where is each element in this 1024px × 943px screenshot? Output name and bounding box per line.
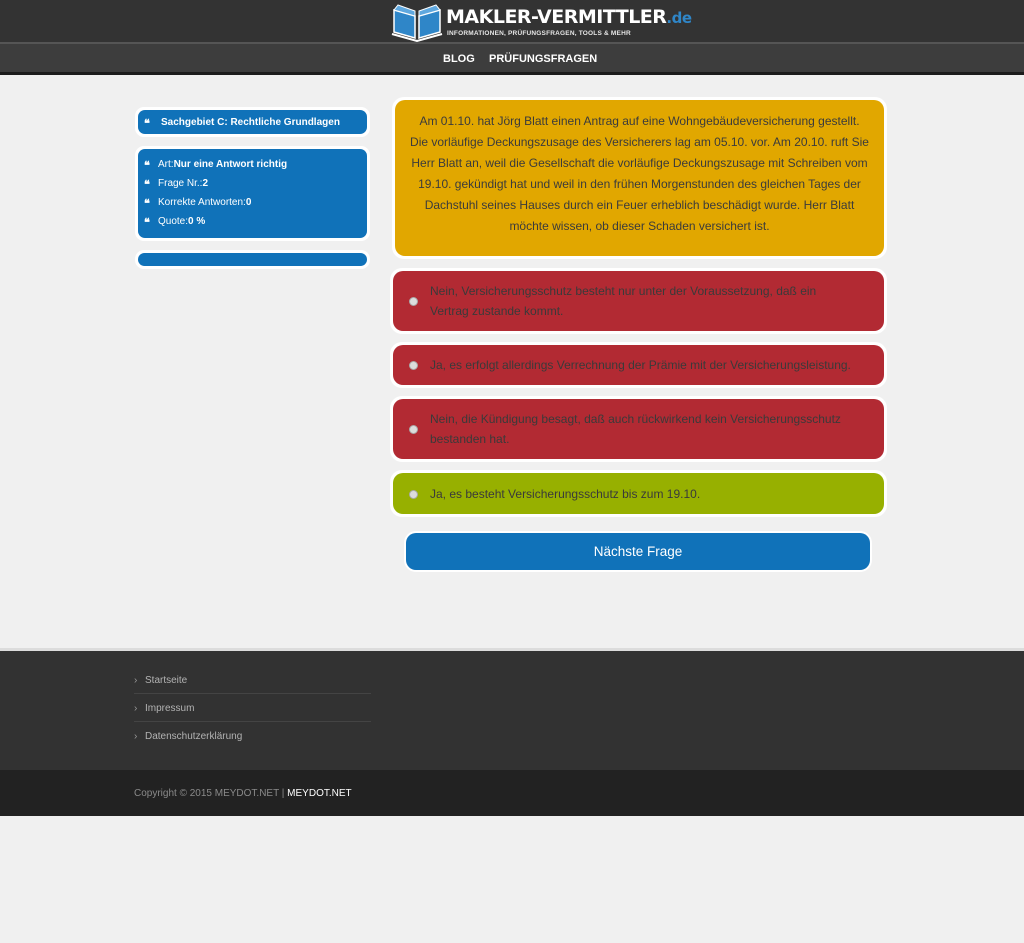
answer-option-2[interactable]: Ja, es erfolgt allerdings Verrechnung de… — [390, 342, 887, 388]
logo-wordmark: MAKLER-VERMITTLER.de — [446, 6, 692, 28]
answer-text: Ja, es erfolgt allerdings Verrechnung de… — [430, 358, 851, 372]
stat-correct-answers: ❝ Korrekte Antworten: 0 — [138, 193, 367, 212]
nav-item-blog[interactable]: BLOG — [443, 53, 475, 65]
stat-value: 0 % — [188, 216, 206, 227]
footer-link-label: Impressum — [145, 702, 195, 714]
question-text: Am 01.10. hat Jörg Blatt einen Antrag au… — [395, 100, 884, 256]
radio-button[interactable] — [409, 425, 418, 434]
stat-value: 2 — [202, 178, 209, 189]
answer-text: Ja, es besteht Versicherungsschutz bis z… — [430, 486, 701, 501]
question-card: Am 01.10. hat Jörg Blatt einen Antrag au… — [392, 97, 887, 259]
category-label: Sachgebiet C: Rechtliche Grundlagen — [161, 116, 340, 128]
copyright-brand-link[interactable]: MEYDOT.NET — [287, 788, 351, 799]
chevron-right-icon: › — [134, 730, 138, 742]
answer-option-1[interactable]: Nein, Versicherungsschutz besteht nur un… — [390, 268, 887, 334]
answer-option-3[interactable]: Nein, die Kündigung besagt, daß auch rüc… — [390, 396, 887, 462]
category-panel: ❝ Sachgebiet C: Rechtliche Grundlagen — [135, 107, 370, 137]
radio-button[interactable] — [409, 297, 418, 306]
stat-label: Frage Nr.: — [158, 178, 203, 189]
footer-link-startseite[interactable]: › Startseite — [134, 666, 371, 694]
next-question-label: Nächste Frage — [406, 533, 870, 570]
empty-panel — [135, 250, 370, 269]
chevron-right-icon: › — [134, 674, 138, 686]
quote-icon: ❝ — [144, 216, 150, 229]
quote-icon: ❝ — [144, 197, 150, 210]
answer-option-4[interactable]: Ja, es besteht Versicherungsschutz bis z… — [390, 470, 887, 517]
stat-label: Art: — [158, 159, 174, 170]
stat-question-number: ❝ Frage Nr.: 2 — [138, 174, 367, 193]
copyright-bar: Copyright © 2015 MEYDOT.NET | MEYDOT.NET — [0, 770, 1024, 816]
stat-label: Quote: — [158, 216, 189, 227]
footer-link-impressum[interactable]: › Impressum — [134, 694, 371, 722]
nav-item-pruefungsfragen[interactable]: PRÜFUNGSFRAGEN — [489, 53, 597, 65]
radio-button[interactable] — [409, 361, 418, 370]
logo-tagline: INFORMATIONEN, PRÜFUNGSFRAGEN, TOOLS & M… — [447, 30, 631, 37]
chevron-right-icon: › — [134, 702, 138, 714]
answer-text: Nein, die Kündigung besagt, daß auch rüc… — [430, 412, 841, 446]
stat-value: 0 — [245, 197, 252, 208]
stat-value: Nur eine Antwort richtig — [173, 159, 288, 170]
answer-text: Nein, Versicherungsschutz besteht nur un… — [430, 284, 817, 318]
quote-icon: ❝ — [144, 178, 150, 191]
quote-icon: ❝ — [144, 116, 150, 130]
footer-link-label: Startseite — [145, 674, 188, 686]
stat-type: ❝ Art: Nur eine Antwort richtig — [138, 155, 367, 174]
footer-link-datenschutz[interactable]: › Datenschutzerklärung — [134, 722, 371, 750]
book-logo-icon — [391, 4, 443, 42]
stat-quote: ❝ Quote: 0 % — [138, 212, 367, 231]
stat-label: Korrekte Antworten: — [158, 197, 246, 208]
radio-button[interactable] — [409, 489, 418, 499]
quote-icon: ❝ — [144, 159, 150, 172]
footer-link-label: Datenschutzerklärung — [145, 730, 243, 742]
stats-panel: ❝ Art: Nur eine Antwort richtig ❝ Frage … — [135, 146, 370, 241]
copyright-text: Copyright © 2015 MEYDOT.NET | MEYDOT.NET — [134, 788, 352, 799]
site-header: MAKLER-VERMITTLER.de INFORMATIONEN, PRÜF… — [0, 0, 1024, 42]
next-question-button[interactable]: Nächste Frage — [404, 531, 872, 572]
category-row: ❝ Sachgebiet C: Rechtliche Grundlagen — [138, 113, 340, 132]
copyright-label: Copyright © 2015 MEYDOT.NET | — [134, 788, 288, 799]
site-logo[interactable]: MAKLER-VERMITTLER.de INFORMATIONEN, PRÜF… — [390, 2, 692, 42]
main-nav: BLOG PRÜFUNGSFRAGEN — [0, 42, 1024, 75]
